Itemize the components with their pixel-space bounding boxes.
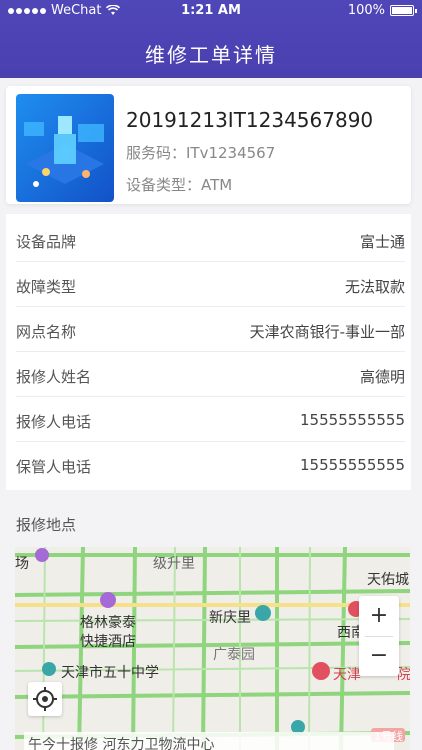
map-label: 新庆里 xyxy=(209,610,251,626)
map-label: 格林豪泰 xyxy=(80,615,136,631)
crosshair-icon xyxy=(33,687,57,711)
map-label: 快捷酒店 xyxy=(80,634,136,650)
map-view[interactable]: 场 级升里 天佑城 格林豪泰 快捷酒店 新庆里 西南 广泰园 天津市五十中学 天… xyxy=(15,547,410,750)
order-id: 20191213IT1234567890 xyxy=(126,108,374,132)
map-label: 级升里 xyxy=(153,556,195,572)
map-info-banner[interactable]: 午今十报修 河东力卫物流中心 xyxy=(24,732,394,750)
map-label: 天津 xyxy=(333,667,361,683)
map-label: 天津市五十中学 xyxy=(61,665,159,681)
service-code: 服务码：ITv1234567 xyxy=(126,144,276,162)
detail-row-branch: 网点名称 天津农商银行-事业一部 xyxy=(16,307,405,352)
detail-value: 无法取款 xyxy=(344,278,405,296)
map-zoom-control: + − xyxy=(359,596,399,676)
app-header: WeChat 1:21 AM 100% 维修工单详情 xyxy=(0,0,422,78)
detail-row-brand: 设备品牌 富士通 xyxy=(16,217,405,262)
detail-label: 故障类型 xyxy=(16,278,77,296)
map-label: 天佑城 xyxy=(367,572,409,588)
detail-label: 保管人电话 xyxy=(16,458,92,476)
device-type: 设备类型：ATM xyxy=(126,176,233,194)
detail-label: 报修人电话 xyxy=(16,413,92,431)
banner-text: 午今十报修 河东力卫物流中心 xyxy=(28,737,215,750)
detail-value: 天津农商银行-事业一部 xyxy=(249,323,405,341)
detail-value: 富士通 xyxy=(359,233,405,251)
zoom-in-button[interactable]: + xyxy=(359,596,399,636)
battery-percent: 100% xyxy=(347,3,385,18)
detail-list: 设备品牌 富士通 故障类型 无法取款 网点名称 天津农商银行-事业一部 报修人姓… xyxy=(6,214,411,490)
map-label: 广泰园 xyxy=(213,647,255,663)
detail-row-reporter-name: 报修人姓名 高德明 xyxy=(16,352,405,397)
detail-label: 报修人姓名 xyxy=(16,368,92,386)
page-title: 维修工单详情 xyxy=(145,43,277,67)
status-bar: WeChat 1:21 AM 100% xyxy=(0,0,422,22)
detail-row-custodian-phone: 保管人电话 15555555555 xyxy=(16,442,405,487)
zoom-out-button[interactable]: − xyxy=(359,636,399,676)
detail-value: 高德明 xyxy=(359,368,405,386)
location-label: 报修地点 xyxy=(16,516,77,534)
detail-value[interactable]: 15555555555 xyxy=(300,411,405,429)
detail-label: 设备品牌 xyxy=(16,233,77,251)
order-card[interactable]: 20191213IT1234567890 服务码：ITv1234567 设备类型… xyxy=(6,86,411,204)
detail-label: 网点名称 xyxy=(16,323,77,341)
locate-button[interactable] xyxy=(28,682,62,716)
battery-icon xyxy=(390,5,417,16)
device-image xyxy=(16,94,114,202)
map-label: 场 xyxy=(15,556,29,572)
detail-value[interactable]: 15555555555 xyxy=(300,456,405,474)
detail-row-fault-type: 故障类型 无法取款 xyxy=(16,262,405,307)
detail-row-reporter-phone: 报修人电话 15555555555 xyxy=(16,397,405,442)
